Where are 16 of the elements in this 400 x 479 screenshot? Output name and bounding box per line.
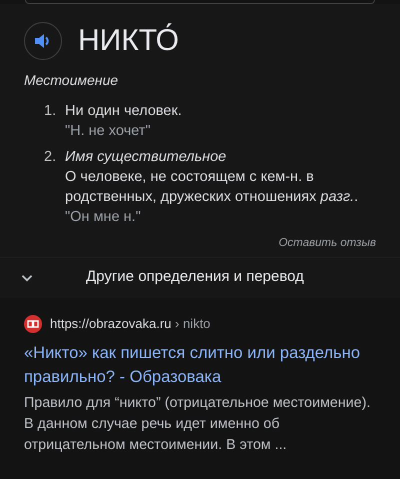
definition-label: Имя существительное [65, 148, 228, 167]
definition-text: О человеке, не состоящем с кем-н. в родственных, дружеских отношениях разг.. [65, 168, 360, 207]
result-snippet: Правило для “никто” (отрицательное местоимение). В данном случае речь идет именно об отрицательном местоимении. В этом ... [24, 394, 372, 456]
feedback-link[interactable]: Оставить отзыв [278, 235, 376, 252]
definition-text: Ни один человек. [65, 102, 183, 121]
result-url: https://obrazovaka.ru › nikto [50, 314, 210, 333]
more-definitions-expander[interactable]: Другие определения и перевод [0, 258, 400, 298]
result-title-link[interactable]: «Никто» как пишется слитно или раздельно правильно? - Образовака [24, 341, 382, 390]
part-of-speech: Местоимение [24, 72, 118, 88]
definition-example: "Н. не хочет" [65, 122, 152, 141]
site-favicon-icon [24, 314, 42, 332]
speaker-button[interactable] [24, 22, 62, 60]
definition-number: 2. [44, 148, 58, 167]
headword: НИКТО́ [78, 22, 180, 59]
definition-number: 1. [44, 102, 58, 121]
definition-example: "Он мне н." [65, 208, 142, 227]
